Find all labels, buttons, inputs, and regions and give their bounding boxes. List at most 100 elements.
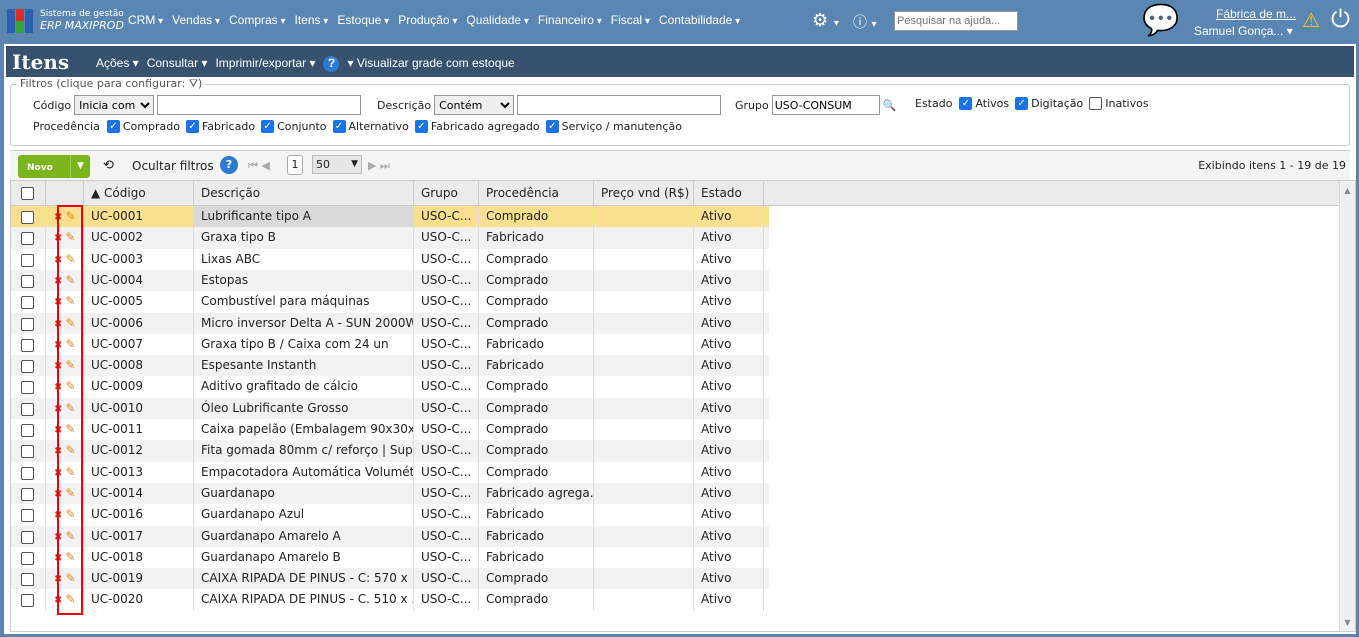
- help-search-input[interactable]: [894, 11, 1018, 31]
- help-icon[interactable]: ?: [220, 156, 238, 174]
- row-checkbox[interactable]: [21, 466, 34, 480]
- cell-preco: [594, 525, 694, 547]
- table-row[interactable]: ✖ ✎ UC-0020 CAIXA RIPADA DE PINUS - C. 510 …: [11, 589, 769, 611]
- table-row[interactable]: ✖ ✎ UC-0003 Lixas ABC USO-C... Comprado Ativo: [11, 248, 769, 270]
- page-menu-0[interactable]: Ações ▾: [96, 56, 139, 72]
- table-row[interactable]: ✖ ✎ UC-0006 Micro inversor Delta A - SUN 20…: [11, 312, 769, 334]
- row-checkbox[interactable]: [21, 530, 34, 544]
- row-checkbox[interactable]: [21, 509, 34, 523]
- menu-4[interactable]: Estoque: [337, 13, 389, 27]
- procedencia-checkbox-5[interactable]: ✓: [545, 120, 559, 133]
- select-all-checkbox[interactable]: [21, 187, 34, 200]
- menu-6[interactable]: Qualidade: [466, 13, 529, 27]
- cell-preco: [594, 376, 694, 398]
- menu-1[interactable]: Vendas: [172, 13, 220, 27]
- procedencia-checkbox-0[interactable]: ✓: [106, 120, 120, 133]
- table-row[interactable]: ✖ ✎ UC-0013 Empacotadora Automática Volumét…: [11, 461, 769, 483]
- refresh-icon[interactable]: ⟲: [103, 158, 114, 173]
- row-checkbox[interactable]: [21, 487, 34, 501]
- help-icon[interactable]: ⓘ ▾: [853, 12, 876, 32]
- procedencia-checkbox-4[interactable]: ✓: [414, 120, 428, 133]
- table-row[interactable]: ✖ ✎ UC-0007 Graxa tipo B / Caixa com 24 un U…: [11, 333, 769, 356]
- estado-checkbox-1[interactable]: ✓: [1015, 97, 1029, 110]
- column-header-2[interactable]: Grupo: [414, 181, 479, 205]
- search-icon[interactable]: 🔍: [883, 99, 897, 112]
- table-row[interactable]: ✖ ✎ UC-0001 Lubrificante tipo A USO-C... Comp…: [11, 206, 769, 228]
- row-checkbox[interactable]: [21, 338, 34, 352]
- novo-dropdown[interactable]: ▼: [70, 155, 90, 178]
- menu-7[interactable]: Financeiro: [538, 13, 602, 27]
- estado-checkbox-0[interactable]: ✓: [959, 97, 973, 110]
- table-row[interactable]: ✖ ✎ UC-0011 Caixa papelão (Embalagem 90x30x…: [11, 419, 769, 441]
- cell-preco: [594, 312, 694, 334]
- row-checkbox[interactable]: [21, 381, 34, 395]
- row-checkbox[interactable]: [21, 424, 34, 437]
- hide-filters-button[interactable]: Ocultar filtros: [132, 159, 214, 173]
- table-row[interactable]: ✖ ✎ UC-0005 Combustível para máquinas USO-C.…: [11, 291, 769, 313]
- menu-9[interactable]: Contabilidade: [659, 13, 740, 27]
- row-checkbox[interactable]: [21, 594, 34, 608]
- row-checkbox[interactable]: [21, 317, 34, 331]
- filters-legend[interactable]: Filtros (clique para configurar: ⛛): [17, 77, 206, 91]
- descricao-input[interactable]: [517, 95, 722, 115]
- column-header-0[interactable]: ▲ Código: [84, 181, 194, 205]
- cell-estado: Ativo: [694, 312, 764, 334]
- table-row[interactable]: ✖ ✎ UC-0017 Guardanapo Amarelo A USO-C... Fab…: [11, 525, 769, 547]
- column-header-1[interactable]: Descrição: [194, 181, 414, 205]
- warning-icon[interactable]: ⚠: [1302, 8, 1320, 32]
- column-header-5[interactable]: Estado: [694, 181, 764, 205]
- first-page-icon[interactable]: ⏮ ◀: [248, 159, 270, 173]
- row-checkbox[interactable]: [21, 296, 34, 310]
- procedencia-checkbox-1[interactable]: ✓: [185, 120, 199, 133]
- cell-descricao: Graxa tipo B: [194, 227, 414, 249]
- column-header-3[interactable]: Procedência: [479, 181, 594, 205]
- table-row[interactable]: ✖ ✎ UC-0002 Graxa tipo B USO-C... Fabricado At…: [11, 227, 769, 249]
- page-size-select[interactable]: 50 ▼: [312, 155, 362, 174]
- row-checkbox[interactable]: [21, 253, 34, 267]
- user-menu[interactable]: Samuel Gonça... ▾: [1194, 24, 1293, 38]
- table-row[interactable]: ✖ ✎ UC-0010 Óleo Lubrificante Grosso USO-C..…: [11, 397, 769, 419]
- vertical-scrollbar[interactable]: ▲ ▼: [1339, 181, 1355, 631]
- page-menu-2[interactable]: Imprimir/exportar ▾: [215, 56, 315, 72]
- row-checkbox[interactable]: [21, 232, 34, 246]
- row-checkbox[interactable]: [21, 573, 34, 587]
- table-row[interactable]: ✖ ✎ UC-0009 Aditivo grafitado de cálcio USO-…: [11, 376, 769, 398]
- row-checkbox[interactable]: [21, 274, 34, 288]
- table-row[interactable]: ✖ ✎ UC-0004 Estopas USO-C... Comprado Ativo: [11, 269, 769, 292]
- table-row[interactable]: ✖ ✎ UC-0019 CAIXA RIPADA DE PINUS - C: 570 …: [11, 568, 769, 590]
- estado-checkbox-2[interactable]: [1089, 97, 1103, 110]
- codigo-mode-select[interactable]: Inicia com: [74, 95, 155, 115]
- row-checkbox[interactable]: [21, 360, 34, 374]
- menu-5[interactable]: Produção: [398, 13, 457, 27]
- row-checkbox[interactable]: [21, 211, 34, 224]
- company-link[interactable]: Fábrica de m...: [1216, 7, 1296, 21]
- codigo-input[interactable]: [157, 95, 362, 115]
- gear-icon[interactable]: ⚙ ▾: [812, 10, 839, 31]
- table-row[interactable]: ✖ ✎ UC-0016 Guardanapo Azul USO-C... Fabricad…: [11, 504, 769, 526]
- table-row[interactable]: ✖ ✎ UC-0018 Guardanapo Amarelo B USO-C... Fab…: [11, 546, 769, 569]
- novo-button[interactable]: Novo ▼: [18, 155, 90, 178]
- menu-3[interactable]: Itens: [295, 13, 329, 27]
- page-menu-3[interactable]: ?: [323, 56, 340, 72]
- descricao-mode-select[interactable]: Contém: [434, 95, 515, 115]
- chat-icon[interactable]: 💬: [1142, 3, 1179, 38]
- table-row[interactable]: ✖ ✎ UC-0012 Fita gomada 80mm c/ reforço | S…: [11, 440, 769, 462]
- cell-preco: [594, 269, 694, 292]
- menu-8[interactable]: Fiscal: [611, 13, 650, 27]
- menu-0[interactable]: CRM: [128, 13, 163, 27]
- procedencia-checkbox-3[interactable]: ✓: [332, 120, 346, 133]
- procedencia-checkbox-2[interactable]: ✓: [261, 120, 275, 133]
- row-checkbox[interactable]: [21, 402, 34, 416]
- page-menu-1[interactable]: Consultar ▾: [147, 56, 208, 72]
- power-icon[interactable]: ⏻: [1331, 5, 1350, 33]
- table-row[interactable]: ✖ ✎ UC-0014 Guardanapo USO-C... Fabricado agr…: [11, 482, 769, 505]
- column-header-4[interactable]: Preço vnd (R$): [594, 181, 694, 205]
- grupo-input[interactable]: [771, 95, 880, 115]
- page-menu-4[interactable]: ▾ Visualizar grade com estoque: [347, 56, 514, 72]
- row-checkbox[interactable]: [21, 445, 34, 459]
- page-input[interactable]: 1: [287, 155, 303, 175]
- table-row[interactable]: ✖ ✎ UC-0008 Espesante Instanth USO-C... Fabri…: [11, 355, 769, 377]
- menu-2[interactable]: Compras: [229, 13, 286, 27]
- row-checkbox[interactable]: [21, 551, 34, 565]
- next-page-icon[interactable]: ▶ ⏭: [368, 159, 390, 173]
